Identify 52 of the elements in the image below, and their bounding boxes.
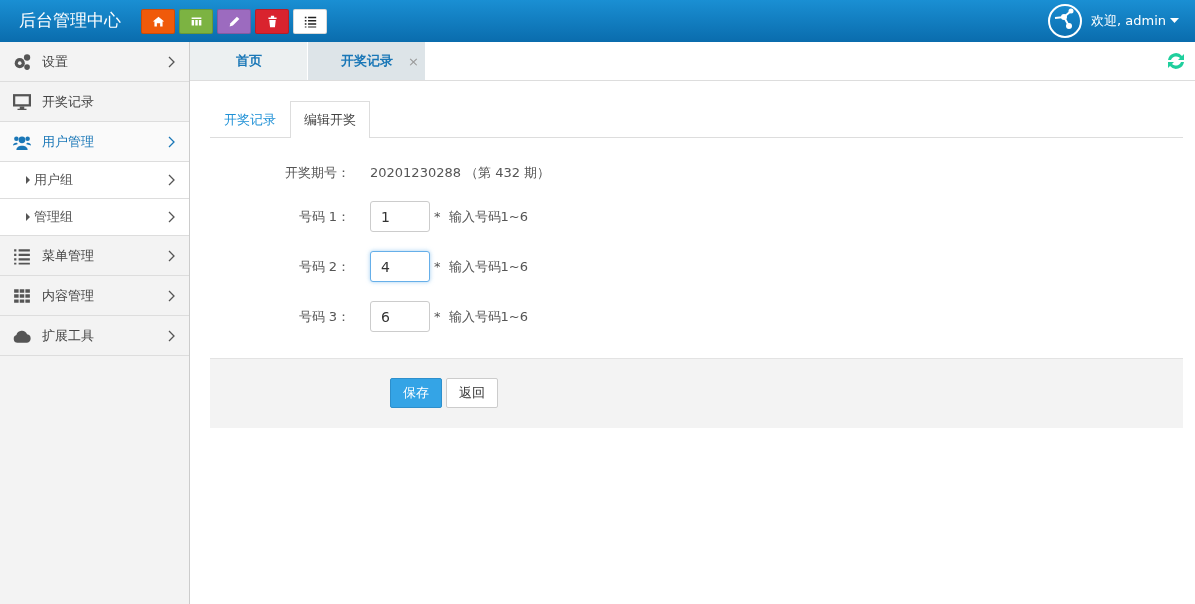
back-button[interactable]: 返回 (446, 378, 498, 408)
chevron-icon (167, 211, 175, 223)
field-hint: 输入号码1~6 (448, 257, 528, 276)
sidebar-item[interactable]: 菜单管理 (0, 236, 189, 276)
chevron-icon (167, 249, 175, 262)
app-title: 后台管理中心 (19, 9, 121, 33)
toolbar-button[interactable] (141, 8, 175, 34)
chevron-icon (167, 55, 175, 68)
page-tab[interactable]: 首页 (190, 42, 308, 80)
number-input[interactable]: 1 (370, 201, 430, 232)
caret-icon (26, 176, 30, 184)
required-mark: * (434, 207, 441, 226)
caret-icon (1170, 18, 1179, 24)
field-label: 号码 1： (297, 207, 351, 226)
number-input[interactable]: 4 (370, 251, 430, 282)
user-menu[interactable]: 欢迎, admin (1091, 11, 1166, 31)
field-hint: 输入号码1~6 (448, 207, 528, 226)
toolbar-button[interactable] (217, 8, 251, 34)
field-label: 号码 3： (297, 307, 351, 326)
pencil-icon (227, 14, 241, 28)
tab[interactable]: 编辑开奖 (290, 101, 370, 138)
field-label: 开奖期号： (284, 163, 351, 182)
home-icon (151, 14, 165, 28)
toolbar-button[interactable] (293, 8, 327, 34)
tab[interactable]: 开奖记录 (210, 101, 290, 138)
grid-icon (12, 286, 32, 305)
trash-icon (265, 14, 279, 28)
monitor-icon (12, 92, 32, 111)
chevron-icon (167, 329, 175, 342)
list-icon (303, 14, 317, 28)
toolbar-button[interactable] (179, 8, 213, 34)
number-input[interactable]: 6 (370, 301, 430, 332)
sidebar-item[interactable]: 扩展工具 (0, 316, 189, 356)
list-icon (12, 246, 32, 265)
period-value: 20201230288 （第 432 期） (370, 163, 551, 182)
required-mark: * (434, 257, 441, 276)
caret-icon (26, 213, 30, 221)
sidebar-item[interactable]: 设置 (0, 42, 189, 82)
share-icon (1047, 3, 1083, 39)
columns-icon (189, 14, 203, 28)
sidebar-subitem[interactable]: 管理组 (0, 199, 189, 236)
field-label: 号码 2： (297, 257, 351, 276)
gears-icon (12, 52, 32, 71)
sidebar-subitem[interactable]: 用户组 (0, 162, 189, 199)
chevron-icon (167, 289, 175, 302)
field-hint: 输入号码1~6 (448, 307, 528, 326)
sidebar-item[interactable]: 内容管理 (0, 276, 189, 316)
chevron-icon (167, 135, 175, 148)
chevron-icon (167, 174, 175, 186)
required-mark: * (434, 307, 441, 326)
toolbar-button[interactable] (255, 8, 289, 34)
sidebar-item[interactable]: 用户管理 (0, 122, 189, 162)
